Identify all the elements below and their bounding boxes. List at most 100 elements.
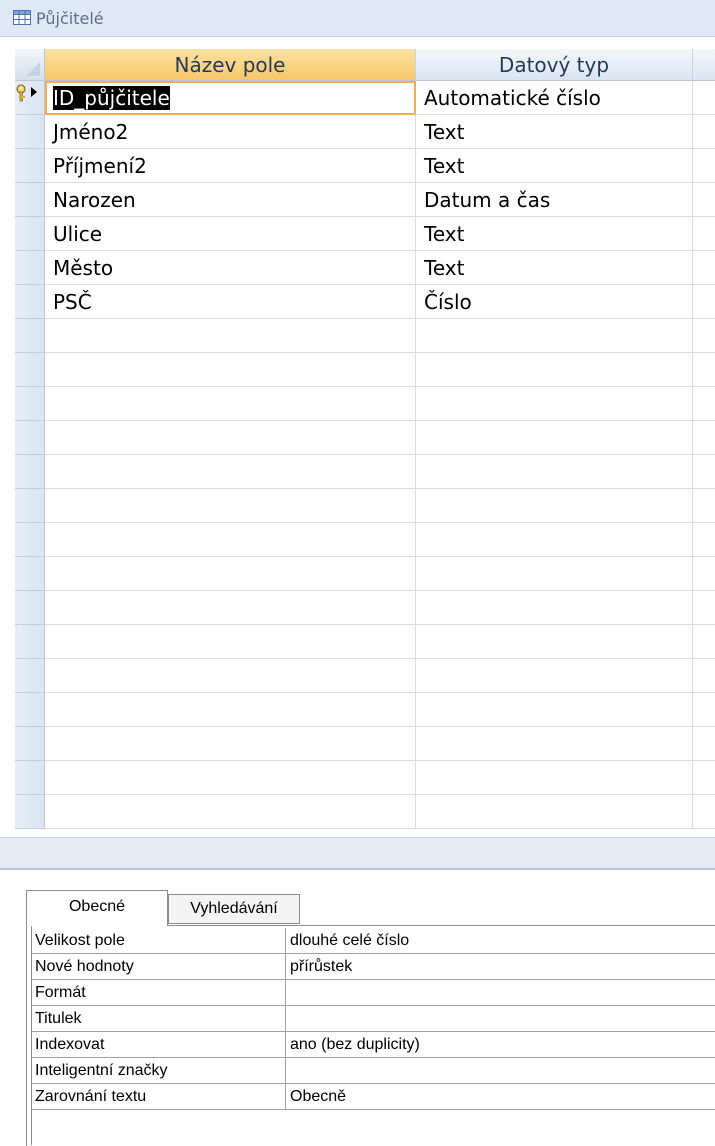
description-cell[interactable] xyxy=(693,285,715,319)
property-row[interactable]: Titulek xyxy=(32,1006,715,1032)
field-row[interactable]: Narozen Datum a čas xyxy=(45,183,715,217)
field-row[interactable] xyxy=(45,387,715,421)
field-row[interactable] xyxy=(45,557,715,591)
row-selector[interactable] xyxy=(15,353,45,387)
description-cell[interactable] xyxy=(693,115,715,149)
field-row[interactable] xyxy=(45,353,715,387)
field-row[interactable] xyxy=(45,693,715,727)
field-row[interactable]: Ulice Text xyxy=(45,217,715,251)
field-row[interactable] xyxy=(45,489,715,523)
row-selector[interactable] xyxy=(15,81,45,115)
data-type-cell[interactable] xyxy=(416,795,693,829)
field-row[interactable] xyxy=(45,523,715,557)
description-cell[interactable] xyxy=(693,183,715,217)
property-row[interactable]: Velikost pole dlouhé celé číslo xyxy=(32,928,715,954)
description-cell[interactable] xyxy=(693,455,715,489)
description-cell[interactable] xyxy=(693,727,715,761)
field-name-cell[interactable] xyxy=(45,523,416,557)
field-name-cell[interactable] xyxy=(45,319,416,353)
data-type-cell[interactable] xyxy=(416,319,693,353)
field-name-cell[interactable]: Ulice xyxy=(45,217,416,251)
row-selector[interactable] xyxy=(15,387,45,421)
field-row[interactable] xyxy=(45,795,715,829)
description-cell[interactable] xyxy=(693,523,715,557)
property-value[interactable]: Obecně xyxy=(286,1084,715,1110)
field-name-cell[interactable] xyxy=(45,421,416,455)
description-cell[interactable] xyxy=(693,149,715,183)
row-selector[interactable] xyxy=(15,625,45,659)
data-type-cell[interactable] xyxy=(416,387,693,421)
field-name-cell[interactable] xyxy=(45,353,416,387)
property-row[interactable]: Nové hodnoty přírůstek xyxy=(32,954,715,980)
data-type-cell[interactable]: Text xyxy=(416,251,693,285)
field-row[interactable]: Město Text xyxy=(45,251,715,285)
field-name-cell[interactable]: Příjmení2 xyxy=(45,149,416,183)
field-name-cell[interactable] xyxy=(45,761,416,795)
description-cell[interactable] xyxy=(693,81,715,115)
row-selector[interactable] xyxy=(15,149,45,183)
field-name-cell[interactable] xyxy=(45,455,416,489)
field-name-cell[interactable]: ID_půjčitele xyxy=(45,81,416,115)
pane-splitter[interactable] xyxy=(0,837,715,870)
description-cell[interactable] xyxy=(693,659,715,693)
field-name-cell[interactable] xyxy=(45,659,416,693)
description-cell[interactable] xyxy=(693,319,715,353)
row-selector[interactable] xyxy=(15,183,45,217)
description-cell[interactable] xyxy=(693,217,715,251)
field-row[interactable]: Příjmení2 Text xyxy=(45,149,715,183)
data-type-cell[interactable] xyxy=(416,693,693,727)
row-selector[interactable] xyxy=(15,795,45,829)
row-selector[interactable] xyxy=(15,455,45,489)
description-cell[interactable] xyxy=(693,625,715,659)
description-cell[interactable] xyxy=(693,489,715,523)
row-selector[interactable] xyxy=(15,489,45,523)
property-value[interactable] xyxy=(286,1058,715,1084)
data-type-cell[interactable] xyxy=(416,421,693,455)
field-row[interactable] xyxy=(45,455,715,489)
data-type-cell[interactable]: Datum a čas xyxy=(416,183,693,217)
property-value[interactable] xyxy=(286,1006,715,1032)
field-name-cell[interactable]: Jméno2 xyxy=(45,115,416,149)
field-row[interactable] xyxy=(45,591,715,625)
data-type-cell[interactable] xyxy=(416,591,693,625)
field-name-cell[interactable]: Narozen xyxy=(45,183,416,217)
row-selector[interactable] xyxy=(15,421,45,455)
row-selector[interactable] xyxy=(15,659,45,693)
field-name-cell[interactable] xyxy=(45,625,416,659)
field-name-cell[interactable] xyxy=(45,489,416,523)
row-selector[interactable] xyxy=(15,591,45,625)
tab-lookup[interactable]: Vyhledávání xyxy=(168,894,300,924)
data-type-cell[interactable]: Text xyxy=(416,149,693,183)
property-value[interactable]: přírůstek xyxy=(286,954,715,980)
row-selector[interactable] xyxy=(15,557,45,591)
field-name-cell[interactable] xyxy=(45,591,416,625)
property-value[interactable]: dlouhé celé číslo xyxy=(286,928,715,954)
description-cell[interactable] xyxy=(693,761,715,795)
property-row[interactable]: Indexovat ano (bez duplicity) xyxy=(32,1032,715,1058)
description-cell[interactable] xyxy=(693,353,715,387)
data-type-cell[interactable] xyxy=(416,353,693,387)
description-cell[interactable] xyxy=(693,591,715,625)
column-header-description[interactable] xyxy=(693,49,715,81)
field-row[interactable] xyxy=(45,761,715,795)
field-name-cell[interactable] xyxy=(45,795,416,829)
data-type-cell[interactable]: Text xyxy=(416,217,693,251)
field-row[interactable] xyxy=(45,319,715,353)
field-name-cell[interactable] xyxy=(45,387,416,421)
property-value[interactable]: ano (bez duplicity) xyxy=(286,1032,715,1058)
description-cell[interactable] xyxy=(693,693,715,727)
data-type-cell[interactable] xyxy=(416,557,693,591)
data-type-cell[interactable] xyxy=(416,489,693,523)
tab-general[interactable]: Obecné xyxy=(26,890,168,926)
data-type-cell[interactable] xyxy=(416,625,693,659)
data-type-cell[interactable]: Text xyxy=(416,115,693,149)
field-row[interactable] xyxy=(45,421,715,455)
property-value[interactable] xyxy=(286,980,715,1006)
select-all-corner[interactable] xyxy=(15,49,45,81)
data-type-cell[interactable]: Číslo xyxy=(416,285,693,319)
data-type-cell[interactable] xyxy=(416,523,693,557)
field-row[interactable] xyxy=(45,727,715,761)
column-header-field-name[interactable]: Název pole xyxy=(45,49,416,81)
row-selector[interactable] xyxy=(15,523,45,557)
data-type-cell[interactable] xyxy=(416,761,693,795)
